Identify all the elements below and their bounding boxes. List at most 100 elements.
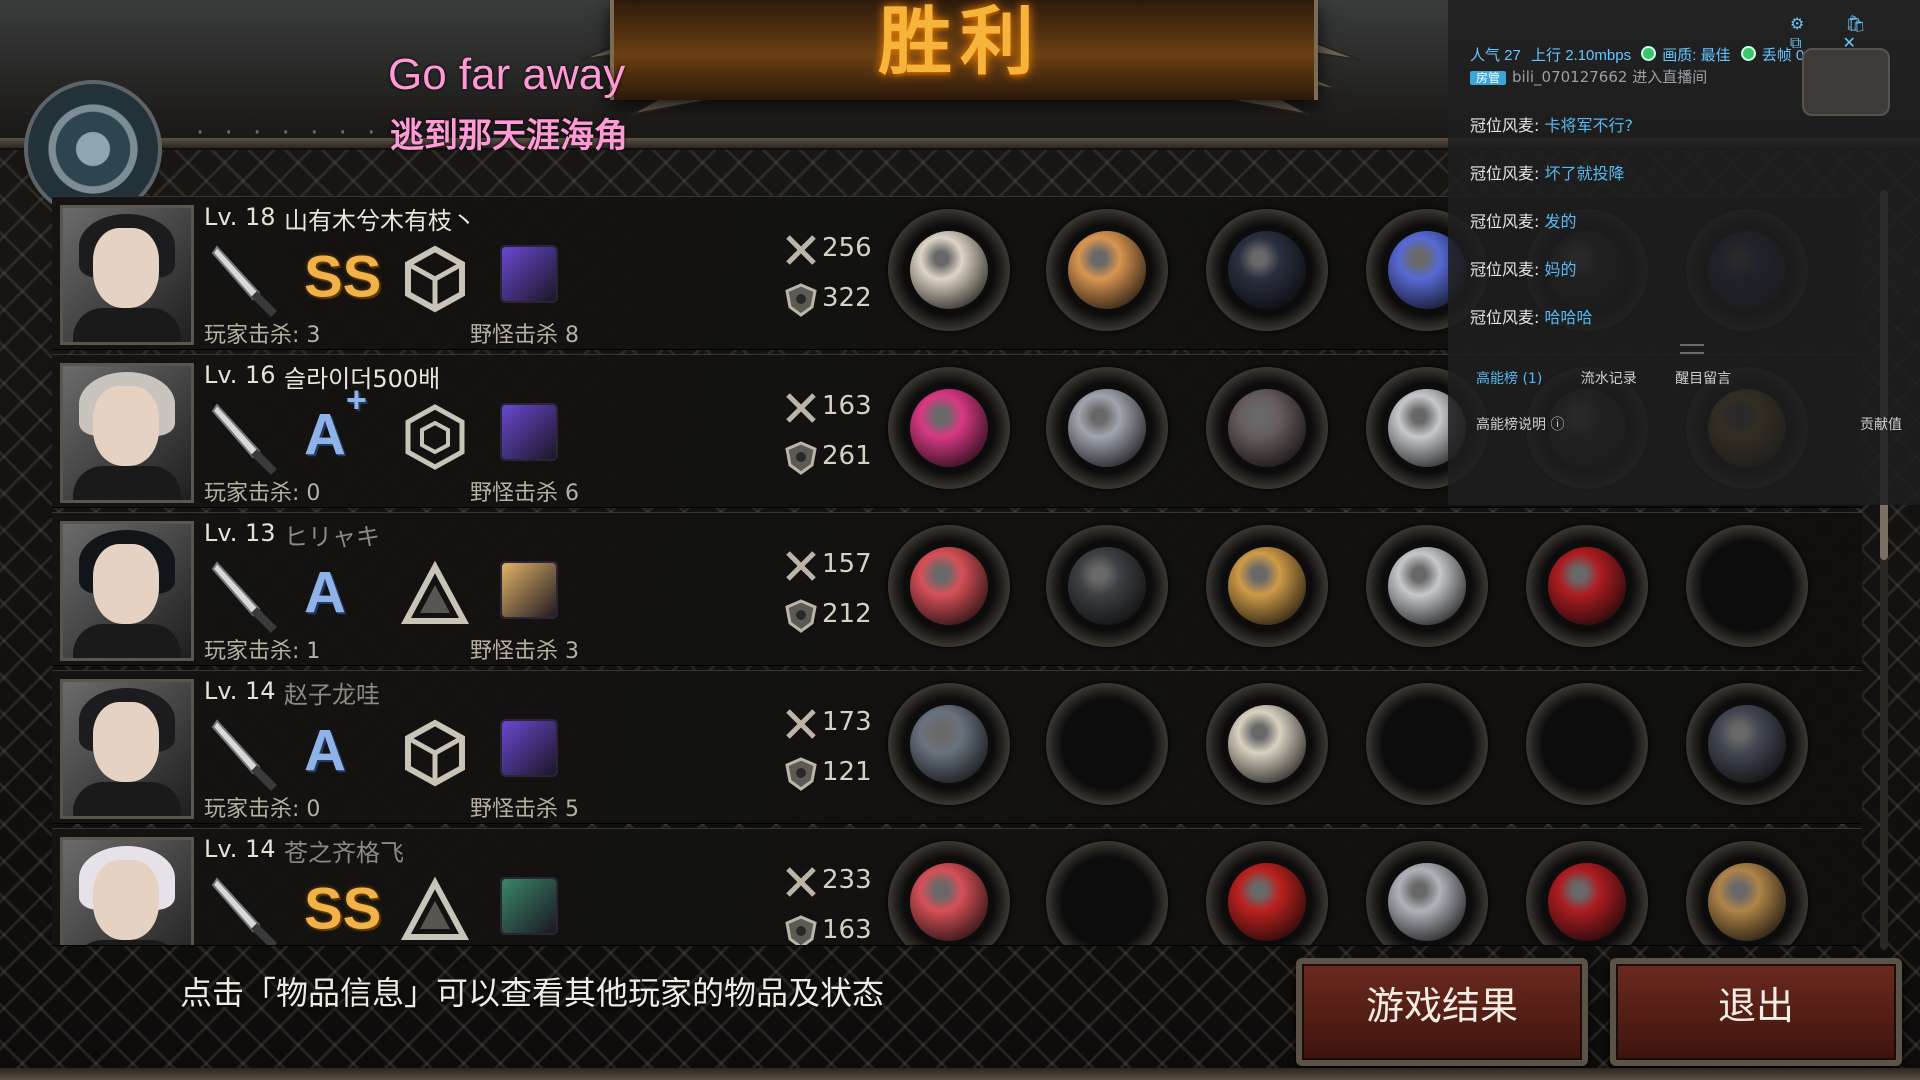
player-name: 山有木兮木有枝丶 (284, 207, 476, 235)
empty-item-slot[interactable] (1526, 683, 1648, 805)
grade-badge: SS (304, 875, 381, 942)
shield-icon (785, 915, 817, 945)
skill-icon[interactable] (500, 719, 558, 777)
monster-kills: 野怪击杀 8 (470, 323, 579, 348)
item-slot[interactable] (1206, 683, 1328, 805)
grade-letter: SS (304, 876, 382, 942)
item-slot[interactable] (1206, 525, 1328, 647)
exit-button[interactable]: 退出 (1610, 958, 1902, 1066)
chat-user: 冠位风麦: (1470, 308, 1540, 327)
overlay-tabs: 高能榜 (1) 流水记录 醒目留言 (1476, 368, 1765, 388)
item-icon (1068, 547, 1146, 625)
player-name: ヒリャキ (284, 523, 380, 551)
bottom-rail (0, 1068, 1920, 1080)
popularity-stat: 人气 27 (1470, 47, 1521, 64)
player-level: Lv. 14 (204, 835, 276, 863)
empty-item-slot[interactable] (1366, 683, 1488, 805)
item-slot[interactable] (1526, 841, 1648, 945)
victory-title: 胜利 (878, 0, 1042, 85)
skill-icon[interactable] (500, 403, 558, 461)
chat-message: 冠位风麦: 哈哈哈 (1470, 304, 1593, 328)
chat-message: 冠位风麦: 坏了就投降 (1470, 160, 1625, 184)
quality-dot-icon (1641, 46, 1657, 61)
crossed-swords-icon (786, 235, 816, 265)
grade-letter: A (304, 718, 346, 784)
item-slot[interactable] (1046, 367, 1168, 489)
item-slot[interactable] (1686, 841, 1808, 945)
item-slot[interactable] (1366, 525, 1488, 647)
crossed-swords-icon (786, 393, 816, 423)
contribution-header: 贡献值 (1860, 417, 1902, 433)
shield-icon (785, 283, 817, 317)
avatar-face (93, 702, 159, 782)
avatar-face (93, 386, 159, 466)
player-avatar[interactable] (60, 837, 194, 945)
item-slot[interactable] (1206, 209, 1328, 331)
item-icon (1548, 547, 1626, 625)
tab-flow-records[interactable]: 流水记录 (1581, 371, 1637, 387)
chat-user: 冠位风麦: (1470, 212, 1540, 231)
empty-item-slot[interactable] (1686, 525, 1808, 647)
item-slot[interactable] (1206, 367, 1328, 489)
class-emblem-icon (400, 876, 470, 940)
item-slot[interactable] (1046, 525, 1168, 647)
item-icon (1388, 547, 1466, 625)
skill-icon[interactable] (500, 561, 558, 619)
overlay-resize-handle[interactable] (1680, 344, 1704, 354)
class-emblem-icon (405, 404, 465, 470)
defense-value: 163 (822, 915, 872, 945)
grade-letter: A (304, 560, 346, 626)
item-icon (1228, 547, 1306, 625)
high-energy-help[interactable]: 高能榜说明 ⓘ (1476, 414, 1564, 434)
item-slot[interactable] (1366, 841, 1488, 945)
avatar-body (73, 466, 181, 500)
grade-letter: A (304, 402, 346, 468)
skill-icon[interactable] (500, 245, 558, 303)
item-slot[interactable] (1686, 683, 1808, 805)
player-avatar[interactable] (60, 521, 194, 661)
game-result-button[interactable]: 游戏结果 (1296, 958, 1588, 1066)
player-row[interactable]: Lv. 14 苍之齐格飞 SS 233 163 (52, 828, 1862, 946)
item-icon (1708, 863, 1786, 941)
item-slot[interactable] (888, 683, 1010, 805)
player-level: Lv. 16 (204, 361, 276, 389)
item-slot[interactable] (888, 841, 1010, 945)
item-slot[interactable] (1206, 841, 1328, 945)
tab-high-energy[interactable]: 高能榜 (1) (1476, 371, 1542, 387)
player-avatar[interactable] (60, 205, 194, 345)
item-icon (1388, 863, 1466, 941)
empty-item-slot[interactable] (1046, 683, 1168, 805)
grade-badge: SS (304, 243, 381, 310)
item-icon (1228, 863, 1306, 941)
shield-icon (785, 441, 817, 475)
player-kills: 玩家击杀: 1 (204, 639, 321, 664)
item-slot[interactable] (1526, 525, 1648, 647)
viewer-enter-notice: 房管 bili_070127662 进入直播间 (1470, 66, 1707, 87)
avatar-face (93, 228, 159, 308)
knife-icon (211, 245, 277, 317)
avatar-face (93, 544, 159, 624)
player-name: 苍之齐格飞 (284, 839, 404, 867)
item-slot[interactable] (888, 367, 1010, 489)
item-slot[interactable] (888, 525, 1010, 647)
avatar-body (73, 782, 181, 816)
class-emblem-icon (400, 560, 470, 624)
player-name: 赵子龙哇 (284, 681, 380, 709)
attack-value: 157 (822, 549, 872, 579)
player-row[interactable]: Lv. 13 ヒリャキ A 玩家击杀: 1 野怪击杀 3 157 212 (52, 512, 1862, 666)
player-avatar[interactable] (60, 679, 194, 819)
skill-icon[interactable] (500, 877, 558, 935)
empty-item-slot[interactable] (1046, 841, 1168, 945)
player-avatar[interactable] (60, 363, 194, 503)
item-slot[interactable] (1046, 209, 1168, 331)
player-kills: 玩家击杀: 0 (204, 481, 321, 506)
tab-superchat[interactable]: 醒目留言 (1675, 371, 1731, 387)
chat-user: 冠位风麦: (1470, 116, 1540, 135)
chat-user: 冠位风麦: (1470, 164, 1540, 183)
chat-message: 冠位风麦: 发的 (1470, 208, 1577, 232)
knife-icon (211, 877, 277, 945)
player-row[interactable]: Lv. 14 赵子龙哇 A 玩家击杀: 0 野怪击杀 5 173 121 (52, 670, 1862, 824)
share-button[interactable] (1802, 48, 1890, 116)
knife-icon (211, 403, 277, 475)
item-slot[interactable] (888, 209, 1010, 331)
